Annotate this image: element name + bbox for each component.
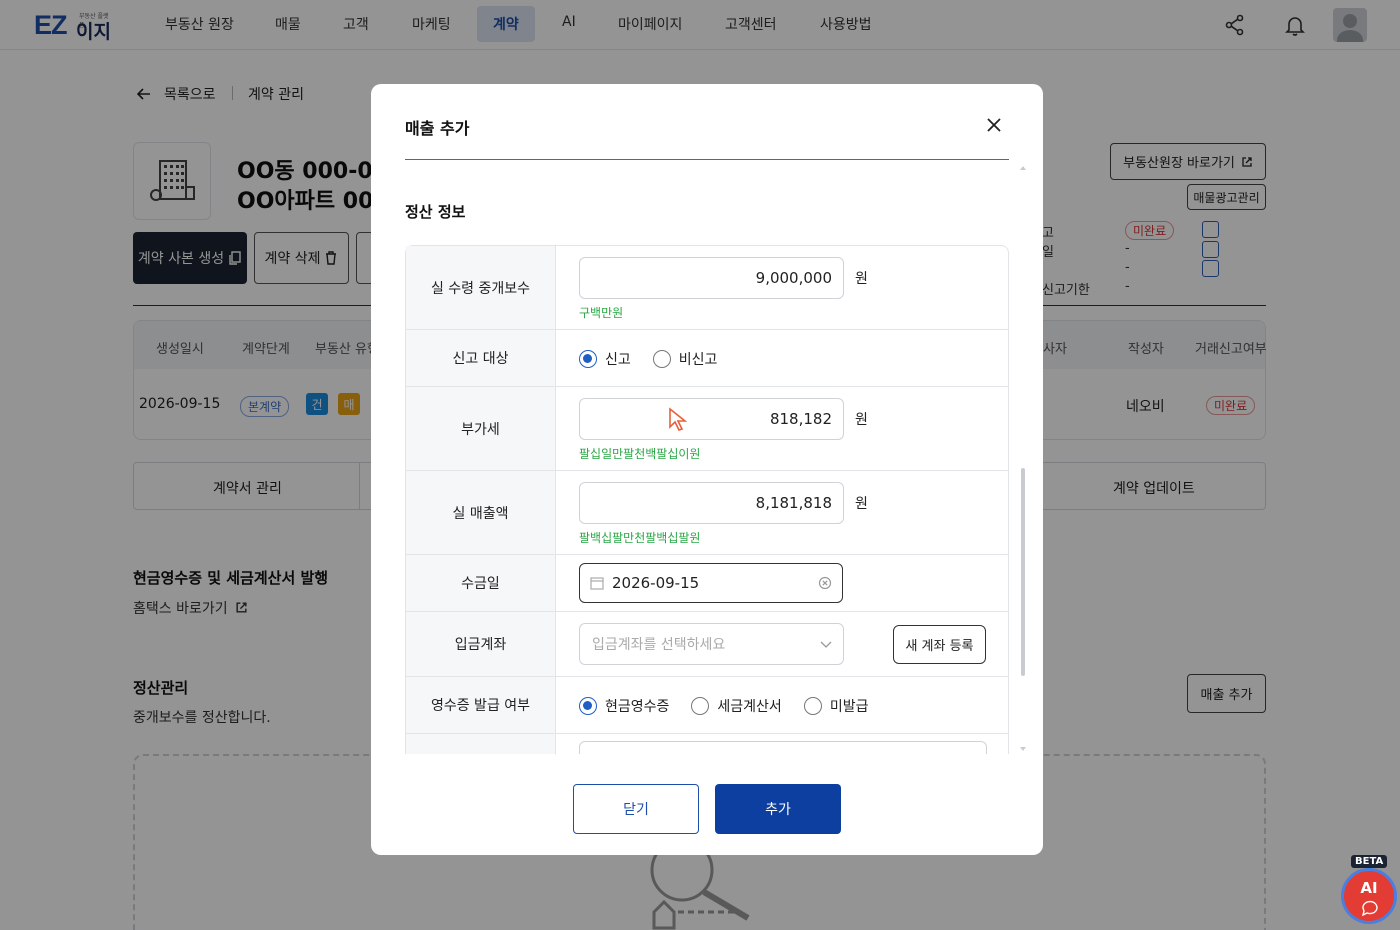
modal-title: 매출 추가: [405, 119, 470, 138]
vat-unit: 원: [855, 412, 868, 428]
radio-not-issued-dot: [803, 697, 822, 715]
fee-unit: 원: [855, 271, 868, 287]
radio-no-report[interactable]: 비신고: [652, 349, 718, 369]
ai-label: AI: [1360, 879, 1378, 897]
row-sales: 실 매출액 원 팔백십팔만천팔백십팔원: [406, 471, 1008, 555]
label-receipt: 영수증 발급 여부: [406, 677, 556, 733]
radio-report-dot: [579, 350, 597, 368]
add-sales-modal: 매출 추가 정산 정보 실 수령 중개보수 원 구백만원 신고 대상 신고 비신…: [371, 84, 1043, 855]
label-next-partial: [406, 734, 556, 754]
settlement-info-title: 정산 정보: [405, 203, 466, 221]
label-date: 수금일: [406, 555, 556, 611]
ai-assistant-button[interactable]: AI: [1341, 868, 1397, 924]
new-account-label: 새 계좌 등록: [905, 639, 974, 654]
chevron-down-icon: [820, 641, 832, 648]
add-button[interactable]: 추가: [715, 784, 841, 834]
radio-report-label: 신고: [605, 352, 631, 368]
radio-not-issued[interactable]: 미발급: [803, 696, 869, 716]
label-vat: 부가세: [406, 387, 556, 470]
vat-korean: 팔십일만팔천백팔십이원: [579, 447, 701, 461]
account-select[interactable]: 입금계좌를 선택하세요: [579, 623, 844, 665]
label-fee: 실 수령 중개보수: [406, 246, 556, 329]
report-radio-group: 신고 비신고: [579, 349, 739, 369]
row-vat: 부가세 원 팔십일만팔천백팔십이원: [406, 387, 1008, 471]
fee-korean: 구백만원: [579, 306, 624, 320]
modal-header-divider: [405, 159, 1009, 160]
row-fee: 실 수령 중개보수 원 구백만원: [406, 246, 1008, 330]
radio-report[interactable]: 신고: [579, 349, 631, 369]
row-next-partial: [406, 734, 1008, 754]
fee-input[interactable]: [579, 257, 844, 299]
close-button[interactable]: 닫기: [573, 784, 699, 834]
vat-input[interactable]: [579, 398, 844, 440]
radio-not-issued-label: 미발급: [829, 699, 869, 715]
label-sales: 실 매출액: [406, 471, 556, 554]
radio-no-report-dot: [652, 350, 671, 368]
radio-cash-receipt[interactable]: 현금영수증: [579, 696, 669, 716]
radio-no-report-label: 비신고: [678, 352, 718, 368]
beta-badge: BETA: [1351, 855, 1388, 868]
row-date: 수금일 2026-09-15: [406, 555, 1008, 612]
radio-cash-receipt-dot: [579, 697, 597, 715]
label-report: 신고 대상: [406, 330, 556, 386]
receipt-radio-group: 현금영수증 세금계산서 미발급: [579, 696, 890, 716]
account-placeholder: 입금계좌를 선택하세요: [592, 637, 726, 653]
sales-input[interactable]: [579, 482, 844, 524]
row-report: 신고 대상 신고 비신고: [406, 330, 1008, 387]
label-account: 입금계좌: [406, 612, 556, 676]
mouse-cursor-icon: [669, 407, 688, 431]
radio-cash-receipt-label: 현금영수증: [605, 699, 670, 715]
close-icon[interactable]: [983, 114, 1005, 136]
close-button-label: 닫기: [623, 802, 649, 818]
sales-unit: 원: [855, 496, 868, 512]
date-value: 2026-09-15: [612, 574, 700, 592]
radio-tax-invoice-label: 세금계산서: [717, 699, 782, 715]
modal-scrollbar-thumb[interactable]: [1021, 468, 1025, 676]
new-account-button[interactable]: 새 계좌 등록: [893, 625, 986, 664]
row-receipt: 영수증 발급 여부 현금영수증 세금계산서 미발급: [406, 677, 1008, 734]
calendar-icon: [590, 577, 604, 590]
settlement-form: 실 수령 중개보수 원 구백만원 신고 대상 신고 비신고 부가세 원 팔십일만…: [405, 245, 1009, 754]
modal-scroll-area[interactable]: 실 수령 중개보수 원 구백만원 신고 대상 신고 비신고 부가세 원 팔십일만…: [405, 245, 1009, 754]
chat-bubble-icon: [1362, 900, 1378, 916]
next-partial-input[interactable]: [579, 741, 987, 754]
radio-tax-invoice-dot: [691, 697, 710, 715]
row-account: 입금계좌 입금계좌를 선택하세요 새 계좌 등록: [406, 612, 1008, 677]
radio-tax-invoice[interactable]: 세금계산서: [691, 696, 782, 716]
add-button-label: 추가: [765, 802, 791, 818]
date-input[interactable]: 2026-09-15: [579, 563, 843, 603]
clear-icon[interactable]: [818, 576, 832, 590]
sales-korean: 팔백십팔만천팔백십팔원: [579, 531, 701, 545]
